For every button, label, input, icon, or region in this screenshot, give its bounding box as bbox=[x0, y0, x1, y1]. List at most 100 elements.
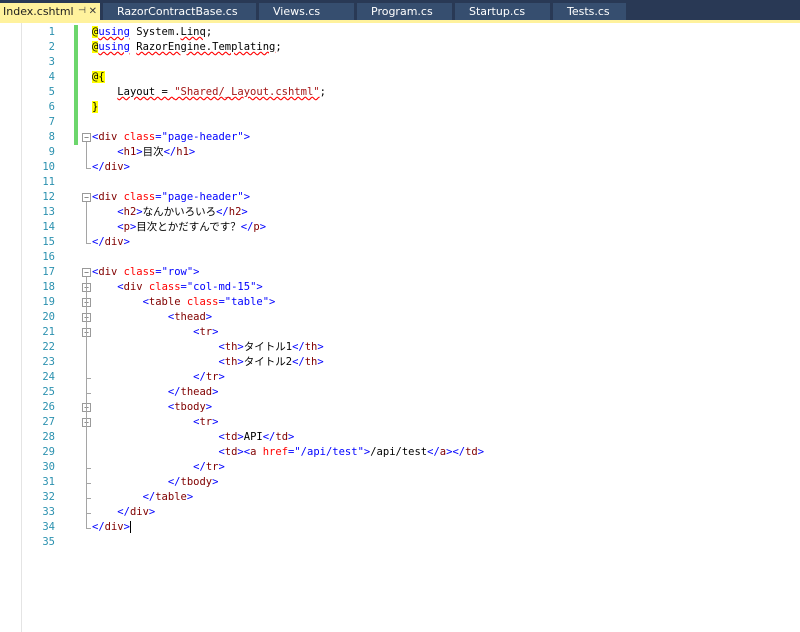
change-indicator bbox=[74, 85, 78, 100]
tab-label: Tests.cs bbox=[567, 5, 610, 18]
tab-program-cs[interactable]: Program.cs bbox=[357, 3, 452, 20]
code-token: "Shared/_Layout.cshtml" bbox=[174, 86, 320, 98]
collapse-icon[interactable]: − bbox=[82, 268, 91, 277]
fold-guide-end bbox=[86, 243, 91, 244]
code-line[interactable]: 24 </tr> bbox=[22, 370, 800, 385]
code-text: <p>目次とかだすんです？</p> bbox=[92, 220, 266, 235]
code-text: </tr> bbox=[92, 460, 225, 475]
code-text: </thead> bbox=[92, 385, 219, 400]
code-line[interactable]: 29 <td><a href="/api/test">/api/test</a>… bbox=[22, 445, 800, 460]
tab-label: Program.cs bbox=[371, 5, 433, 18]
code-line[interactable]: 27− <tr> bbox=[22, 415, 800, 430]
close-icon[interactable]: ✕ bbox=[89, 3, 97, 20]
fold-guide-end bbox=[86, 168, 91, 169]
code-line[interactable]: 18− <div class="col-md-15"> bbox=[22, 280, 800, 295]
code-line[interactable]: 15 </div> bbox=[22, 235, 800, 250]
code-line[interactable]: 35 bbox=[22, 535, 800, 550]
code-token: "col-md-15" bbox=[186, 281, 257, 293]
code-line[interactable]: 12 − <div class="page-header"> bbox=[22, 190, 800, 205]
code-line[interactable]: 2 @using RazorEngine.Templating; bbox=[22, 40, 800, 55]
fold-guide bbox=[86, 142, 87, 168]
code-token: </ bbox=[216, 206, 229, 218]
code-line[interactable]: 33 </div> bbox=[22, 505, 800, 520]
code-line[interactable]: 34 </div> bbox=[22, 520, 800, 535]
code-text: <thead> bbox=[92, 310, 212, 325]
code-line[interactable]: 13 <h2>なんかいろいろ</h2> bbox=[22, 205, 800, 220]
code-text: <h2>なんかいろいろ</h2> bbox=[92, 205, 247, 220]
code-line[interactable]: 9 <h1>目次</h1> bbox=[22, 145, 800, 160]
code-line[interactable]: 14 <p>目次とかだすんです？</p> bbox=[22, 220, 800, 235]
code-token: </ bbox=[193, 371, 206, 383]
line-number: 6 bbox=[48, 101, 55, 113]
code-line[interactable]: 32 </table> bbox=[22, 490, 800, 505]
code-line[interactable]: 11 bbox=[22, 175, 800, 190]
collapse-icon[interactable]: − bbox=[82, 193, 91, 202]
tab-razorcontractbase-cs[interactable]: RazorContractBase.cs bbox=[103, 3, 256, 20]
code-token: </ bbox=[240, 221, 254, 233]
code-text: <td><a href="/api/test">/api/test</a></t… bbox=[92, 445, 484, 460]
code-line[interactable]: 28 <td>API</td> bbox=[22, 430, 800, 445]
code-token: > bbox=[123, 161, 130, 173]
code-line[interactable]: 23 <th>タイトル2</th> bbox=[22, 355, 800, 370]
line-number: 10 bbox=[42, 161, 55, 173]
code-text: } bbox=[92, 100, 99, 115]
code-token: th bbox=[224, 341, 238, 353]
code-line[interactable]: 22 <th>タイトル1</th> bbox=[22, 340, 800, 355]
code-token: </ bbox=[193, 461, 206, 473]
line-number: 28 bbox=[42, 431, 55, 443]
tab-index-cshtml[interactable]: Index.cshtml ⊣ ✕ bbox=[0, 3, 100, 20]
code-line[interactable]: 6} bbox=[22, 100, 800, 115]
code-line[interactable]: 8 − <div class="page-header"> bbox=[22, 130, 800, 145]
code-line[interactable]: 1 @using System.Linq; bbox=[22, 25, 800, 40]
code-token: class bbox=[123, 266, 156, 278]
code-line[interactable]: 21− <tr> bbox=[22, 325, 800, 340]
code-editor[interactable]: 1 @using System.Linq; 2 @using RazorEngine.… bbox=[22, 23, 800, 632]
code-line[interactable]: 25 </thead> bbox=[22, 385, 800, 400]
line-number: 13 bbox=[42, 206, 55, 218]
line-number: 32 bbox=[42, 491, 55, 503]
code-line[interactable]: 17 − <div class="row"> bbox=[22, 265, 800, 280]
code-token: タイトル1 bbox=[243, 341, 293, 353]
fold-guide bbox=[86, 427, 87, 468]
code-line[interactable]: 19− <table class="table"> bbox=[22, 295, 800, 310]
indicator-margin[interactable] bbox=[0, 23, 22, 632]
line-number: 7 bbox=[48, 116, 55, 128]
code-line[interactable]: 7 bbox=[22, 115, 800, 130]
code-token: > bbox=[256, 281, 263, 293]
tab-startup-cs[interactable]: Startup.cs bbox=[455, 3, 550, 20]
code-line[interactable]: 30 </tr> bbox=[22, 460, 800, 475]
code-text: <tr> bbox=[92, 415, 218, 430]
code-token: "page-header" bbox=[161, 191, 244, 203]
code-line[interactable]: 10 </div> bbox=[22, 160, 800, 175]
code-line[interactable]: 4 @{ bbox=[22, 70, 800, 85]
code-line[interactable]: 5 Layout = "Shared/_Layout.cshtml"; bbox=[22, 85, 800, 100]
code-token: > bbox=[212, 386, 219, 398]
code-token: div bbox=[98, 191, 118, 203]
tab-tests-cs[interactable]: Tests.cs bbox=[553, 3, 626, 20]
code-text: </div> bbox=[92, 235, 130, 250]
line-number: 20 bbox=[42, 311, 55, 323]
code-token: div bbox=[123, 281, 143, 293]
pin-icon[interactable]: ⊣ bbox=[78, 3, 86, 20]
code-line[interactable]: 20− <thead> bbox=[22, 310, 800, 325]
code-token: tr bbox=[199, 326, 213, 338]
code-line[interactable]: 26− <tbody> bbox=[22, 400, 800, 415]
collapse-icon[interactable]: − bbox=[82, 133, 91, 142]
code-line[interactable]: 3 bbox=[22, 55, 800, 70]
code-line[interactable]: 31 </tbody> bbox=[22, 475, 800, 490]
tab-views-cs[interactable]: Views.cs bbox=[259, 3, 354, 20]
code-token: > bbox=[243, 191, 251, 203]
code-token: tbody bbox=[174, 401, 206, 413]
line-number: 21 bbox=[42, 326, 55, 338]
code-text: <h1>目次</h1> bbox=[92, 145, 195, 160]
code-token: > bbox=[212, 476, 219, 488]
line-number: 16 bbox=[42, 251, 55, 263]
change-indicator bbox=[74, 40, 78, 55]
code-line[interactable]: 16 bbox=[22, 250, 800, 265]
